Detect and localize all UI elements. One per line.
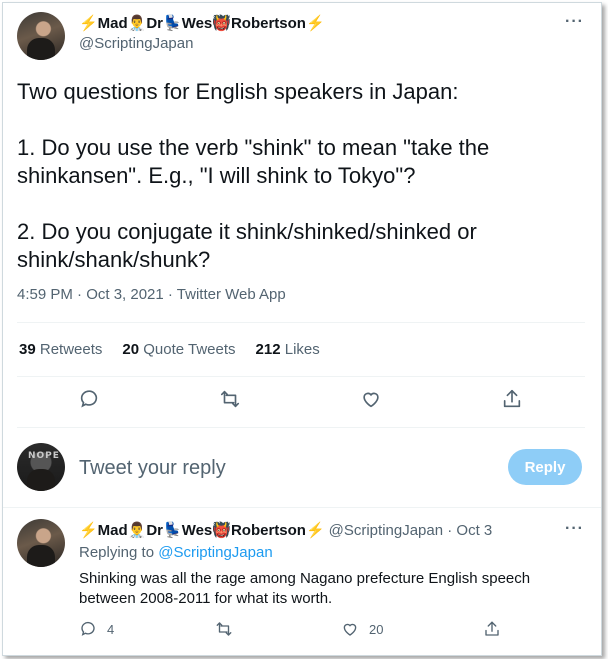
reply-input[interactable]: Tweet your reply: [79, 457, 226, 480]
reply-author-avatar[interactable]: [17, 519, 65, 567]
replying-to-prefix: Replying to: [79, 544, 159, 561]
share-icon[interactable]: [501, 388, 525, 412]
divider: [17, 322, 585, 323]
divider: [17, 427, 585, 428]
author-display-name[interactable]: ⚡Mad👨‍⚕️Dr💺Wes👹Robertson⚡: [79, 14, 325, 32]
tweet-stats: 39 Retweets 20 Quote Tweets 212 Likes: [19, 341, 320, 358]
tweet-paragraph: Two questions for English speakers in Ja…: [17, 79, 459, 104]
replying-to: Replying to @ScriptingJapan: [79, 544, 273, 561]
reply-more-options-icon[interactable]: ···: [565, 520, 584, 538]
reply-share-action[interactable]: [483, 620, 501, 638]
reply-reply-action[interactable]: 4: [79, 620, 114, 638]
tweet-paragraph: 2. Do you conjugate it shink/shinked/shi…: [17, 219, 477, 272]
reply-author-handle-date[interactable]: @ScriptingJapan · Oct 3: [329, 522, 493, 539]
tweet-paragraph: 1. Do you use the verb "shink" to mean "…: [17, 135, 490, 188]
likes-label: Likes: [284, 341, 320, 358]
retweets-stat[interactable]: 39 Retweets: [19, 341, 102, 358]
reply-like-action[interactable]: 20: [341, 620, 383, 638]
replying-to-handle[interactable]: @ScriptingJapan: [158, 544, 272, 561]
author-avatar[interactable]: [17, 12, 65, 60]
tweet-text: Two questions for English speakers in Ja…: [17, 78, 577, 302]
like-count: 20: [369, 621, 384, 637]
retweet-icon: [216, 622, 232, 636]
reply-icon[interactable]: [78, 388, 102, 412]
current-user-avatar[interactable]: NOPE: [17, 443, 65, 491]
more-options-icon[interactable]: ···: [565, 13, 584, 31]
likes-count: 212: [255, 341, 281, 358]
retweets-count: 39: [19, 341, 36, 358]
quote-tweets-stat[interactable]: 20 Quote Tweets: [122, 341, 235, 358]
author-handle-line[interactable]: @ScriptingJapan: [79, 35, 193, 52]
reply-button[interactable]: Reply: [508, 449, 582, 485]
like-icon[interactable]: [360, 388, 384, 412]
likes-stat[interactable]: 212 Likes: [256, 341, 320, 358]
author-handle[interactable]: @ScriptingJapan: [79, 35, 193, 52]
quotes-count: 20: [122, 341, 140, 358]
tweet-timestamp[interactable]: 4:59 PM · Oct 3, 2021 · Twitter Web App: [17, 286, 286, 303]
quotes-label: Quote Tweets: [143, 341, 236, 358]
reply-name-line[interactable]: ⚡Mad👨‍⚕️Dr💺Wes👹Robertson⚡ @ScriptingJapa…: [79, 521, 493, 540]
share-icon: [485, 621, 499, 636]
reply-author-display-name[interactable]: ⚡Mad👨‍⚕️Dr💺Wes👹Robertson⚡: [79, 521, 325, 539]
reply-count: 4: [107, 621, 115, 637]
reply-text: Shinking was all the rage among Nagano p…: [79, 570, 531, 607]
divider: [3, 507, 601, 508]
reply-retweet-action[interactable]: [215, 620, 233, 638]
retweet-icon[interactable]: [219, 388, 243, 412]
author-name-line[interactable]: ⚡Mad👨‍⚕️Dr💺Wes👹Robertson⚡: [79, 14, 325, 32]
tweet-detail-card: ⚡Mad👨‍⚕️Dr💺Wes👹Robertson⚡ @ScriptingJapa…: [2, 2, 602, 656]
avatar-text: NOPE: [28, 451, 60, 461]
divider: [17, 376, 585, 377]
retweets-label: Retweets: [39, 341, 103, 358]
like-icon: [343, 623, 357, 636]
reply-icon: [81, 621, 95, 636]
